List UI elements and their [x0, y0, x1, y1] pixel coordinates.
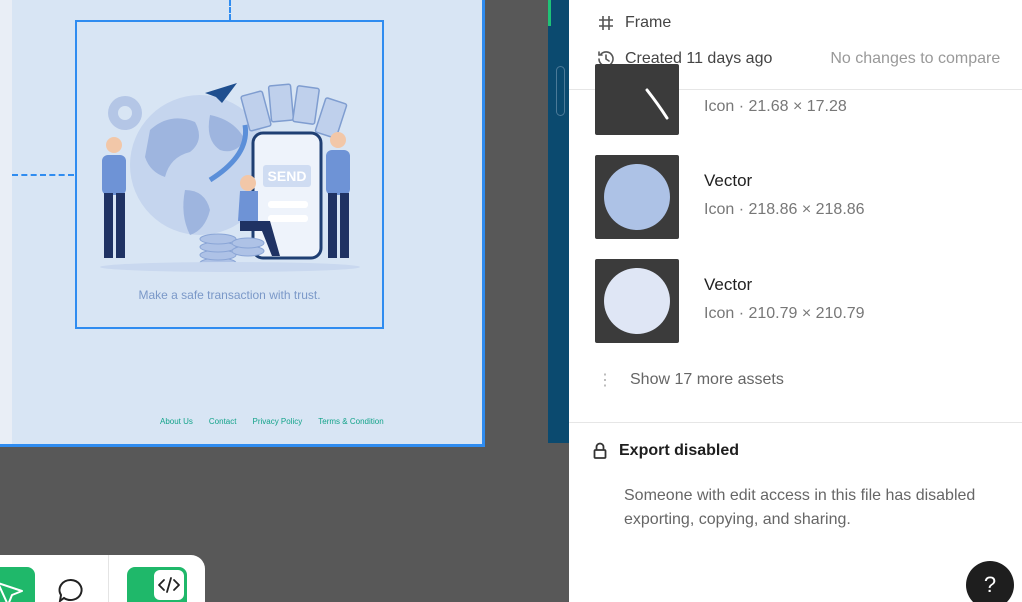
asset-item[interactable]: Icon · 21.68 × 17.28 — [595, 64, 995, 135]
help-icon: ? — [983, 572, 997, 597]
adjacent-frame-accent — [548, 0, 551, 26]
more-dots-icon: ⋮ — [597, 372, 613, 389]
adjacent-frame-scroll-indicator — [556, 66, 565, 116]
footer-links: About Us Contact Privacy Policy Terms & … — [160, 417, 384, 426]
asset-thumbnail — [595, 259, 679, 343]
footer-link-privacy[interactable]: Privacy Policy — [252, 417, 302, 426]
frame-hash-icon — [595, 12, 617, 34]
asset-meta: Icon · 218.86 × 218.86 — [704, 201, 865, 218]
export-header: Export disabled — [593, 442, 739, 460]
asset-meta: Icon · 210.79 × 210.79 — [704, 305, 865, 322]
asset-thumbnail — [595, 64, 679, 135]
export-title: Export disabled — [619, 442, 740, 459]
horizontal-guide — [12, 174, 74, 176]
inspect-panel: Frame Created 11 days ago No changes to … — [569, 0, 1022, 602]
asset-item[interactable]: Vector Icon · 218.86 × 218.86 — [595, 155, 995, 239]
show-more-assets[interactable]: ⋮ Show 17 more assets — [595, 368, 784, 392]
design-frame[interactable]: SEND Make a safe transaction with trust.… — [0, 0, 485, 447]
asset-item[interactable]: Vector Icon · 210.79 × 210.79 — [595, 259, 995, 343]
help-button[interactable]: ? — [966, 561, 1014, 602]
show-more-label: Show 17 more assets — [630, 371, 784, 388]
dev-mode-knob — [154, 570, 184, 600]
asset-name: Vector — [704, 275, 753, 294]
design-canvas[interactable]: SEND Make a safe transaction with trust.… — [0, 0, 569, 602]
send-text: SEND — [268, 168, 307, 184]
frame-edge — [0, 0, 12, 444]
comment-tool-button[interactable] — [56, 575, 86, 602]
asset-name: Vector — [704, 171, 753, 190]
footer-link-contact[interactable]: Contact — [209, 417, 237, 426]
asset-thumbnail — [595, 155, 679, 239]
frame-type-label: Frame — [625, 14, 672, 31]
bottom-toolbar — [0, 555, 205, 602]
comment-icon — [58, 578, 83, 602]
footer-link-about[interactable]: About Us — [160, 417, 193, 426]
lock-icon — [593, 442, 607, 460]
illustration-caption: Make a safe transaction with trust. — [138, 288, 321, 302]
footer-link-terms[interactable]: Terms & Condition — [318, 417, 383, 426]
toolbar-separator — [108, 555, 109, 602]
vertical-guide — [229, 0, 231, 20]
export-description: Someone with edit access in this file ha… — [624, 487, 976, 528]
dev-mode-toggle[interactable] — [127, 567, 187, 602]
code-icon — [158, 577, 180, 593]
cursor-icon — [0, 582, 23, 602]
frame-type-row: Frame — [595, 12, 671, 34]
move-tool-button[interactable] — [0, 567, 35, 602]
export-divider — [569, 422, 1022, 423]
transaction-illustration: SEND — [100, 83, 360, 272]
asset-meta: Icon · 21.68 × 17.28 — [704, 98, 847, 115]
